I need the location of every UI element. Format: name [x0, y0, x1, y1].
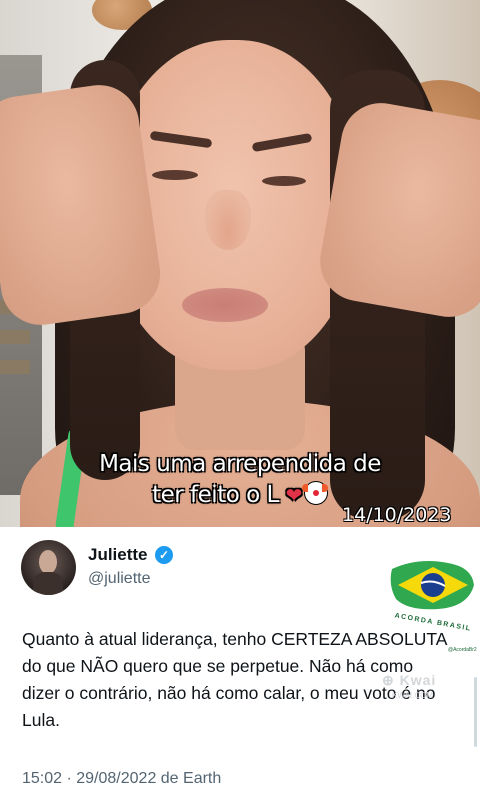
caption-line-2-text: ter feito o L	[152, 482, 279, 508]
avatar-body	[33, 572, 63, 595]
avatar[interactable]	[21, 540, 76, 595]
avatar-face	[39, 550, 57, 574]
brazil-flag-icon	[390, 561, 474, 610]
video-date: 14/10/2023	[342, 504, 452, 526]
nose	[205, 190, 251, 250]
clown-face-icon	[301, 481, 328, 505]
scrollbar[interactable]	[474, 677, 477, 747]
tweet-timestamp[interactable]: 15:02 · 29/08/2022 de Earth	[22, 770, 221, 788]
background-shelf	[0, 330, 30, 344]
acorda-brasil-logo: ACORDA BRASIL @AcordaBr2	[388, 555, 478, 653]
user-handle[interactable]: @juliette	[88, 570, 151, 588]
tweet-card: Juliette ✓ @juliette ACORDA BRASIL @Acor…	[0, 527, 480, 794]
lips	[182, 288, 268, 322]
caption-line-1: Mais uma arrependida de	[99, 451, 381, 477]
logo-handle: @AcordaBr2	[448, 647, 477, 653]
verified-badge-icon: ✓	[155, 546, 173, 564]
eye-right	[262, 176, 306, 186]
eye-left	[152, 170, 198, 180]
background-shelf	[0, 360, 30, 374]
heart-bandage-icon: ❤	[285, 483, 303, 507]
display-name[interactable]: Juliette	[88, 545, 148, 565]
video-frame[interactable]: Mais uma arrependida de ter feito o L ❤ …	[0, 0, 480, 527]
watermark-sub-icon: KWAI.COM	[392, 691, 434, 700]
watermark-icon: ⊕ Kwai	[382, 672, 437, 688]
